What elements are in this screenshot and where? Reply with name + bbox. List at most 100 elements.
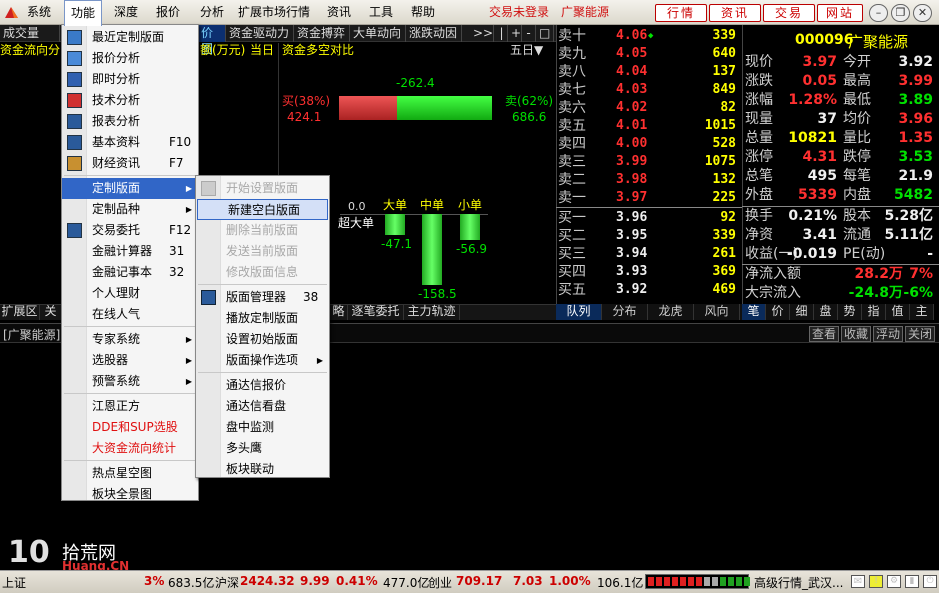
layout-submenu-item[interactable]: 删除当前版面: [196, 220, 329, 241]
info-tab-2[interactable]: 细: [790, 304, 814, 320]
layout-submenu-item[interactable]: 通达信看盘: [196, 396, 329, 417]
book-tab-3[interactable]: 风向: [694, 304, 740, 320]
book-row[interactable]: 卖八 4.04 137: [558, 63, 742, 81]
menu-depth[interactable]: 深度: [108, 0, 144, 25]
info-tab-5[interactable]: 指: [862, 304, 886, 320]
book-row[interactable]: 卖二 3.98 132: [558, 171, 742, 189]
menu-extended-market[interactable]: 扩展市场行情: [232, 0, 316, 25]
layout-submenu-item[interactable]: 新建空白版面: [197, 199, 328, 220]
book-tab-2[interactable]: 龙虎: [648, 304, 694, 320]
power-icon[interactable]: ⏻: [923, 575, 937, 588]
zoom-in-button[interactable]: +: [508, 25, 522, 42]
nav-news-button[interactable]: 资讯: [709, 4, 761, 22]
book-row[interactable]: 卖三 3.99 1075: [558, 153, 742, 171]
trade-login-status[interactable]: 交易未登录: [489, 0, 549, 25]
book-row[interactable]: 买四 3.93 369: [558, 263, 742, 281]
function-menu-item[interactable]: 金融计算器 31: [62, 241, 198, 262]
layout-submenu-item[interactable]: 播放定制版面: [196, 308, 329, 329]
alert-icon[interactable]: !: [869, 575, 883, 588]
layout-submenu-item[interactable]: 板块联动: [196, 459, 329, 480]
function-menu-item[interactable]: 基本资料 F10: [62, 132, 198, 153]
zoom-out-button[interactable]: -: [522, 25, 536, 42]
book-row[interactable]: 卖六 4.02 82: [558, 99, 742, 117]
minimize-icon[interactable]: –: [869, 4, 888, 22]
menu-tools[interactable]: 工具: [363, 0, 399, 25]
layout-submenu-item[interactable]: 开始设置版面: [196, 178, 329, 199]
layout-submenu-item[interactable]: 设置初始版面: [196, 329, 329, 350]
layout-submenu-item[interactable]: 盘中监测: [196, 417, 329, 438]
book-row[interactable]: 卖十 4.06 ◆ 339: [558, 27, 742, 45]
function-menu-item[interactable]: 报价分析: [62, 48, 198, 69]
current-stock-link[interactable]: 广聚能源: [561, 0, 609, 25]
book-row[interactable]: 卖七 4.03 849: [558, 81, 742, 99]
tab-capital-game[interactable]: 资金搏弈: [294, 25, 350, 42]
tab-main-track[interactable]: 主力轨迹: [404, 304, 460, 320]
more-tabs-button[interactable]: >>: [470, 25, 494, 42]
function-menu-item[interactable]: 交易委托 F12: [62, 220, 198, 241]
tab-price-chart[interactable]: 价图: [198, 25, 226, 56]
menu-quote[interactable]: 报价: [150, 0, 186, 25]
function-menu-item[interactable]: 定制品种 ▶: [62, 199, 198, 220]
info-tab-7[interactable]: 主: [910, 304, 934, 320]
book-tab-0[interactable]: 队列: [556, 304, 602, 320]
function-menu-item[interactable]: 技术分析: [62, 90, 198, 111]
info-tab-0[interactable]: 笔: [742, 304, 766, 320]
signal-icon[interactable]: ▮: [905, 575, 919, 588]
function-menu-item[interactable]: 金融记事本 32: [62, 262, 198, 283]
function-menu-item[interactable]: 专家系统 ▶: [62, 329, 198, 350]
menu-news[interactable]: 资讯: [321, 0, 357, 25]
nav-website-button[interactable]: 网站: [817, 4, 863, 22]
tab-capital-drive[interactable]: 资金驱动力: [226, 25, 294, 42]
function-menu-item[interactable]: 报表分析: [62, 111, 198, 132]
layout-submenu-item[interactable]: 修改版面信息: [196, 262, 329, 283]
tab-updown-cause[interactable]: 涨跌动因: [406, 25, 462, 42]
book-row[interactable]: 卖九 4.05 640: [558, 45, 742, 63]
book-row[interactable]: 卖一 3.97 225: [558, 189, 742, 207]
function-menu-item[interactable]: 板块全景图: [62, 484, 198, 505]
book-row[interactable]: 买五 3.92 469: [558, 281, 742, 299]
tab-big-order[interactable]: 大单动向: [350, 25, 406, 42]
function-menu-item[interactable]: 选股器 ▶: [62, 350, 198, 371]
nav-quote-button[interactable]: 行情: [655, 4, 707, 22]
menu-function[interactable]: 功能: [64, 0, 103, 26]
ext-button-0[interactable]: 查看: [809, 326, 839, 342]
info-tab-6[interactable]: 值: [886, 304, 910, 320]
ext-button-2[interactable]: 浮动: [873, 326, 903, 342]
tab-volume[interactable]: 成交量: [0, 25, 60, 42]
function-menu-item[interactable]: DDE和SUP选股: [62, 417, 198, 438]
ext-button-1[interactable]: 收藏: [841, 326, 871, 342]
info-tab-3[interactable]: 盘: [814, 304, 838, 320]
tab-strategy[interactable]: 略: [330, 304, 348, 320]
book-row[interactable]: 买三 3.94 261: [558, 245, 742, 263]
settings-icon[interactable]: ⚙: [887, 575, 901, 588]
info-tab-1[interactable]: 价: [766, 304, 790, 320]
mail-icon[interactable]: ✉: [851, 575, 865, 588]
maximize-panel-button[interactable]: □: [536, 25, 554, 42]
nav-trade-button[interactable]: 交易: [763, 4, 815, 22]
layout-submenu-item[interactable]: 版面操作选项 ▶: [196, 350, 329, 371]
layout-submenu-item[interactable]: 发送当前版面: [196, 241, 329, 262]
menu-analysis[interactable]: 分析: [194, 0, 230, 25]
restore-icon[interactable]: ❐: [891, 4, 910, 22]
function-menu-item[interactable]: 江恩正方: [62, 396, 198, 417]
book-row[interactable]: 卖五 4.01 1015: [558, 117, 742, 135]
info-tab-4[interactable]: 势: [838, 304, 862, 320]
tab-extension-area[interactable]: 扩展区: [0, 304, 40, 320]
book-row[interactable]: 卖四 4.00 528: [558, 135, 742, 153]
tab-close-extension[interactable]: 关: [40, 304, 62, 320]
function-menu-item[interactable]: 最近定制版面: [62, 27, 198, 48]
server-info[interactable]: 高级行情_武汉...: [754, 574, 843, 591]
layout-submenu-item[interactable]: 通达信报价: [196, 375, 329, 396]
book-row[interactable]: 买二 3.95 339: [558, 227, 742, 245]
close-icon[interactable]: ✕: [913, 4, 932, 22]
function-menu-item[interactable]: 个人理财: [62, 283, 198, 304]
tab-order-by-order[interactable]: 逐笔委托: [348, 304, 404, 320]
function-menu-item[interactable]: 大资金流向统计: [62, 438, 198, 459]
menu-help[interactable]: 帮助: [405, 0, 441, 25]
function-menu-item[interactable]: 即时分析: [62, 69, 198, 90]
function-menu-item[interactable]: 预警系统 ▶: [62, 371, 198, 392]
function-menu-item[interactable]: 在线人气: [62, 304, 198, 325]
function-menu-item[interactable]: 热点星空图: [62, 463, 198, 484]
layout-submenu-item[interactable]: 多头鹰: [196, 438, 329, 459]
function-menu-item[interactable]: 定制版面 ▶: [62, 178, 198, 199]
